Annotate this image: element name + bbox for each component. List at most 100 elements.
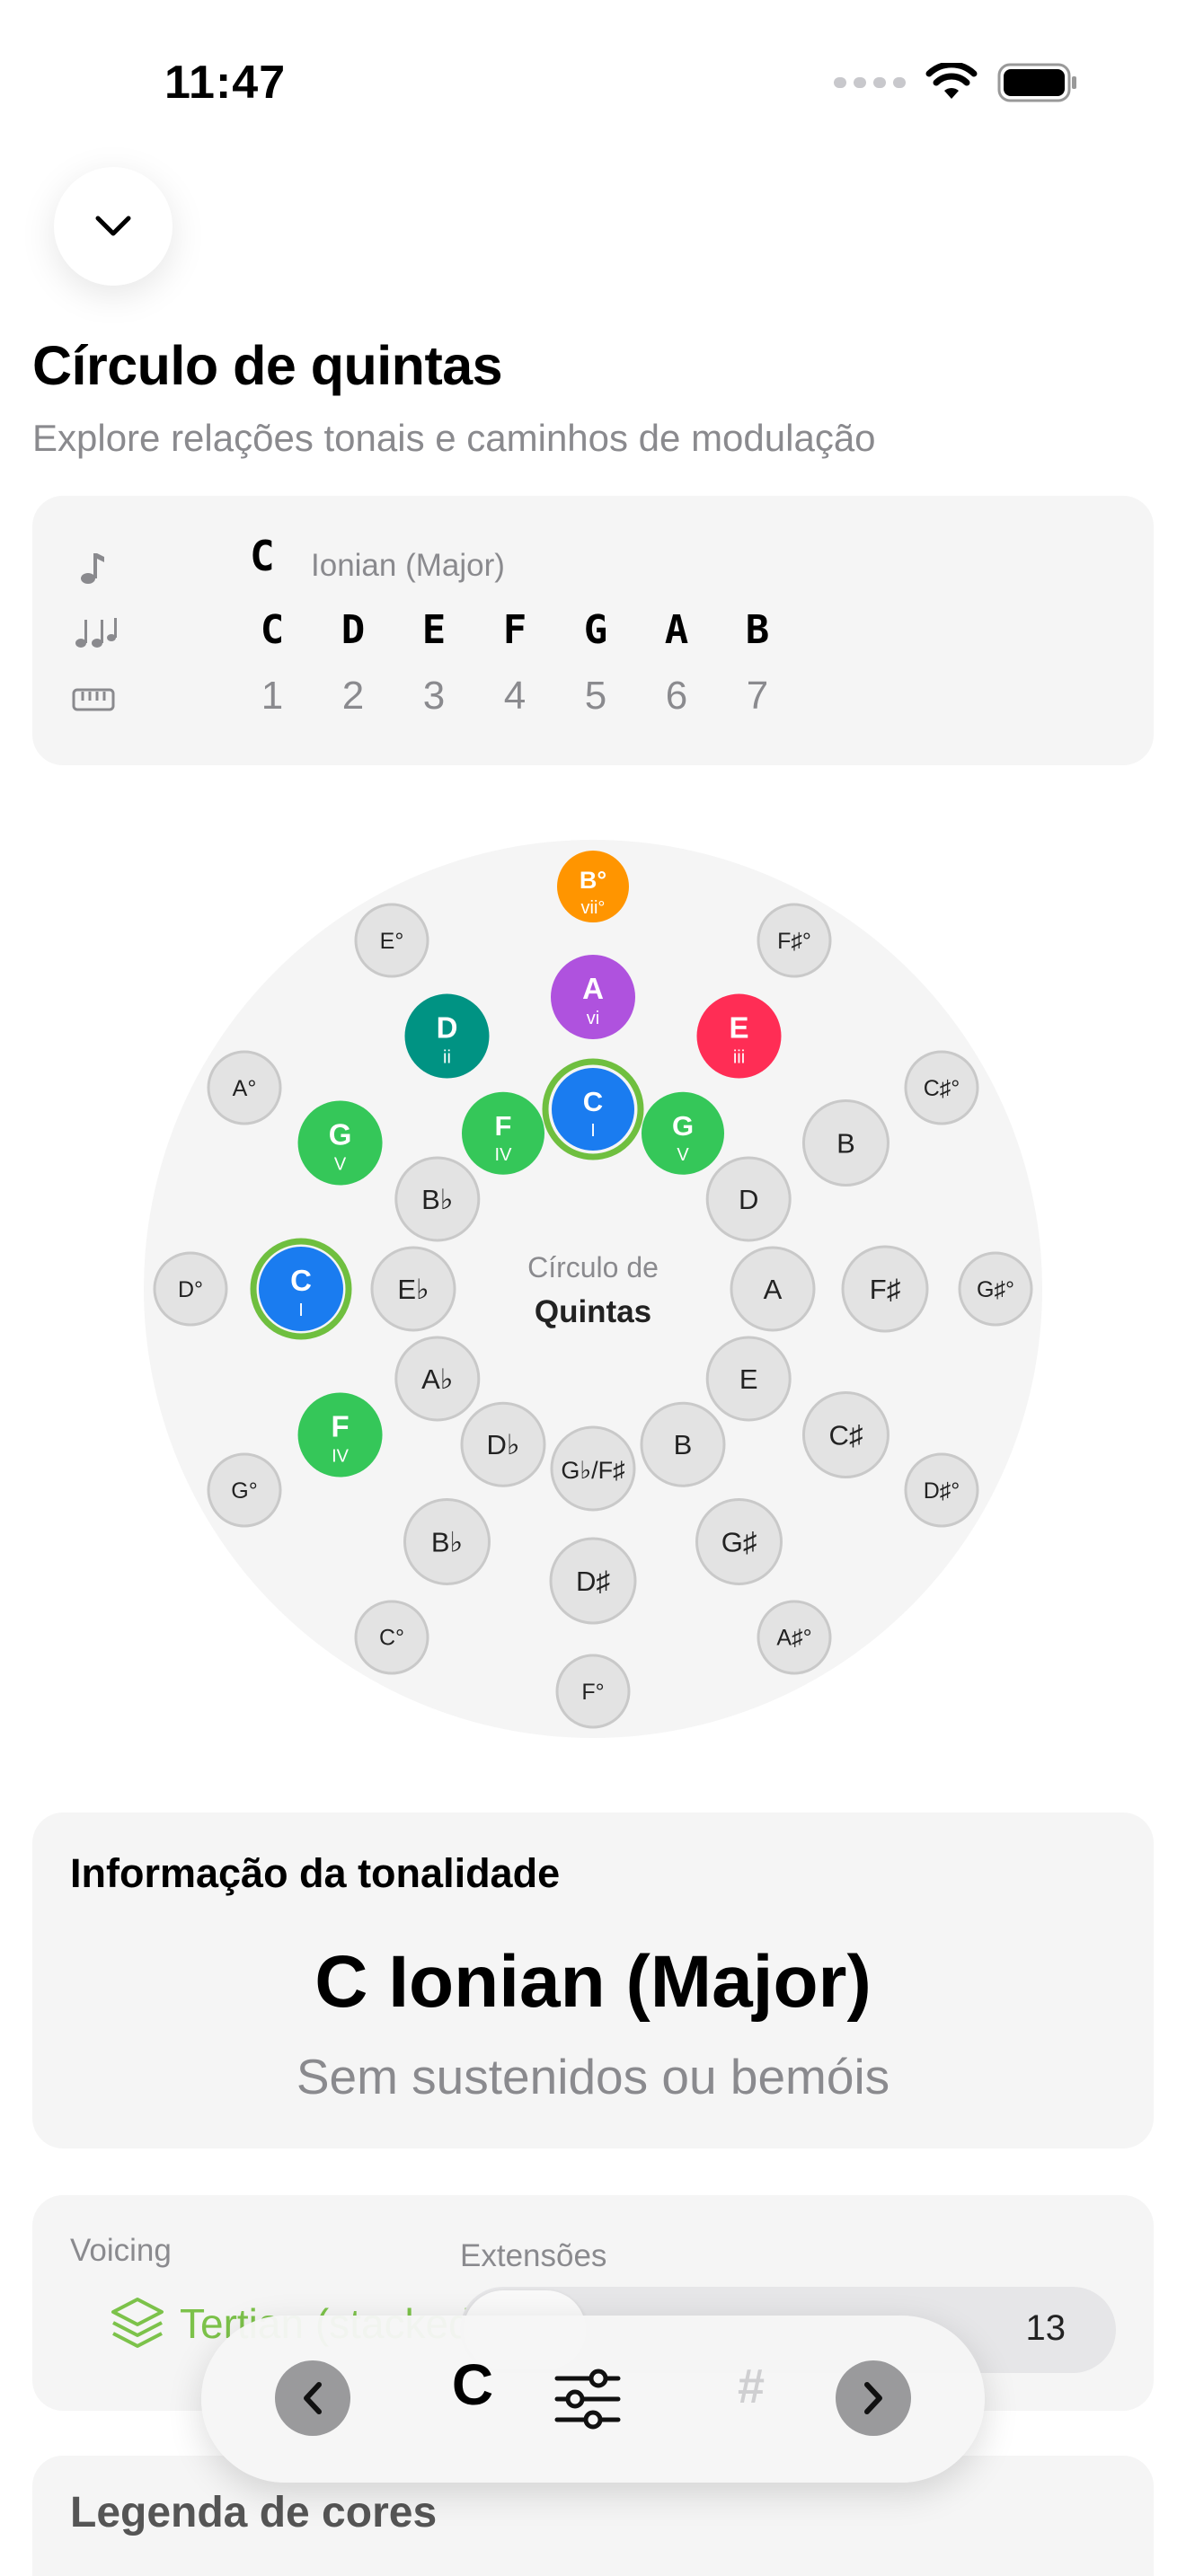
minor-key-Dsharp[interactable]: D♯ (549, 1537, 637, 1625)
key-name: C Ionian (Major) (314, 1941, 872, 2023)
key-label: D♭ (486, 1429, 519, 1460)
key-label: D♯ (576, 1566, 610, 1597)
key-label: B♭ (421, 1184, 453, 1215)
major-key-B[interactable]: B (640, 1401, 726, 1487)
circle-center-label: Círculo de (527, 1251, 659, 1284)
key-label: D° (178, 1277, 203, 1302)
next-key-button[interactable] (836, 2360, 911, 2436)
major-key-Gb-Fsharp[interactable]: G♭/F♯ (550, 1425, 636, 1512)
key-label: G♭/F♯ (561, 1457, 624, 1484)
key-label: G♯° (977, 1277, 1014, 1302)
key-label: E° (380, 929, 404, 954)
legend-title: Legenda de cores (70, 2489, 438, 2536)
voicing-label: Voicing (70, 2233, 172, 2268)
extensions-label: Extensões (460, 2238, 607, 2273)
outer-key-Fdim[interactable]: F° (555, 1654, 631, 1729)
key-label: A♭ (421, 1363, 453, 1395)
major-key-E[interactable]: E (705, 1336, 792, 1422)
circle-of-fifths: Círculo de Quintas B° vii° F♯° C♯° G♯° D♯° A♯°… (144, 840, 1042, 1738)
outer-key-Adim[interactable]: A° (207, 1050, 282, 1125)
key-label: F♯° (777, 929, 811, 954)
roman-numeral-label: ii (443, 1048, 451, 1068)
outer-key-Ddim[interactable]: D° (153, 1251, 228, 1327)
outer-key-Csharpdim[interactable]: C♯° (904, 1050, 979, 1125)
key-info-card: Informação da tonalidade C Ionian (Major… (32, 1813, 1154, 2148)
roman-numeral-label: vii° (581, 898, 606, 918)
key-label: C (290, 1264, 312, 1297)
major-key-C[interactable]: CI (542, 1058, 644, 1160)
outer-key-Bdim[interactable]: B° vii° (557, 851, 629, 922)
key-accidentals: Sem sustenidos ou bemóis (296, 2049, 890, 2104)
roman-numeral-label: IV (332, 1447, 350, 1467)
roman-numeral-label: iii (733, 1048, 745, 1068)
key-label: B° (580, 867, 606, 894)
outer-key-Cdim[interactable]: C° (354, 1600, 429, 1675)
sliders-icon[interactable] (553, 2366, 622, 2432)
outer-key-Dsharpdim[interactable]: D♯° (904, 1452, 979, 1528)
outer-key-Fsharpdim[interactable]: F♯° (757, 903, 832, 978)
minor-key-C[interactable]: CI (250, 1238, 352, 1340)
sharp-toggle[interactable]: # (715, 2359, 787, 2414)
key-label: D♯° (924, 1478, 960, 1504)
key-label: B♭ (431, 1526, 463, 1557)
roman-numeral-label: vi (587, 1009, 599, 1028)
minor-key-Fsharp[interactable]: F♯ (841, 1245, 929, 1333)
major-key-Db[interactable]: D♭ (460, 1401, 546, 1487)
minor-key-Bb[interactable]: B♭ (403, 1497, 491, 1585)
minor-key-B[interactable]: B (801, 1099, 890, 1187)
major-key-Eb[interactable]: E♭ (370, 1246, 456, 1332)
major-key-D[interactable]: D (705, 1156, 792, 1242)
key-label: C° (379, 1626, 404, 1651)
minor-key-Csharp[interactable]: C♯ (801, 1391, 890, 1478)
key-label: F (331, 1410, 349, 1443)
key-label: A (582, 972, 604, 1005)
minor-key-D[interactable]: Dii (404, 993, 490, 1079)
major-key-A[interactable]: A (730, 1246, 816, 1332)
key-label: F♯ (870, 1274, 900, 1305)
previous-key-button[interactable] (275, 2360, 350, 2436)
chevron-right-icon (864, 2382, 882, 2414)
outer-key-Gdim[interactable]: G° (207, 1452, 282, 1528)
key-label: A° (233, 1076, 257, 1101)
key-label: G♯ (721, 1526, 757, 1557)
key-label: E (729, 1011, 748, 1045)
roman-numeral-label: V (334, 1155, 347, 1175)
minor-key-E[interactable]: Eiii (696, 993, 782, 1079)
key-label: C♯ (829, 1419, 863, 1451)
key-label: G° (231, 1478, 257, 1504)
key-label: G (329, 1118, 352, 1151)
key-label: F° (581, 1680, 604, 1705)
major-key-Ab[interactable]: A♭ (394, 1336, 481, 1422)
extensions-value: 13 (1025, 2308, 1067, 2348)
key-info-heading: Informação da tonalidade (70, 1850, 561, 1896)
roman-numeral-label: V (677, 1145, 689, 1165)
chevron-left-icon (304, 2382, 322, 2414)
major-key-Bb[interactable]: B♭ (394, 1156, 481, 1242)
minor-key-G[interactable]: GV (297, 1100, 383, 1186)
key-label: B (836, 1127, 855, 1159)
floating-toolbar: C # (201, 2316, 985, 2483)
outer-key-Asharpdim[interactable]: A♯° (757, 1600, 832, 1675)
minor-key-F[interactable]: F IV (297, 1392, 383, 1478)
outer-key-Gsharpdim[interactable]: G♯° (958, 1251, 1033, 1327)
current-key-button[interactable]: C (428, 2351, 518, 2418)
key-label: C♯° (924, 1076, 960, 1101)
roman-numeral-label: I (298, 1301, 304, 1320)
key-label: A (764, 1274, 783, 1305)
key-label: D (739, 1184, 758, 1215)
key-label: E♭ (397, 1274, 429, 1305)
circle-center-title: Quintas (535, 1294, 651, 1329)
layers-icon (111, 2298, 164, 2348)
key-label: F (495, 1110, 512, 1142)
key-label: G (672, 1110, 694, 1142)
major-key-F[interactable]: F IV (462, 1091, 544, 1175)
key-label: A♯° (776, 1626, 811, 1651)
minor-key-A[interactable]: Avi (551, 955, 635, 1039)
major-key-G[interactable]: GV (642, 1091, 724, 1175)
minor-key-Gsharp[interactable]: G♯ (695, 1497, 783, 1585)
key-label: E (739, 1363, 758, 1395)
key-label: D (437, 1011, 458, 1045)
roman-numeral-label: IV (495, 1145, 513, 1165)
outer-key-Edim[interactable]: E° (354, 903, 429, 978)
roman-numeral-label: I (590, 1121, 596, 1141)
